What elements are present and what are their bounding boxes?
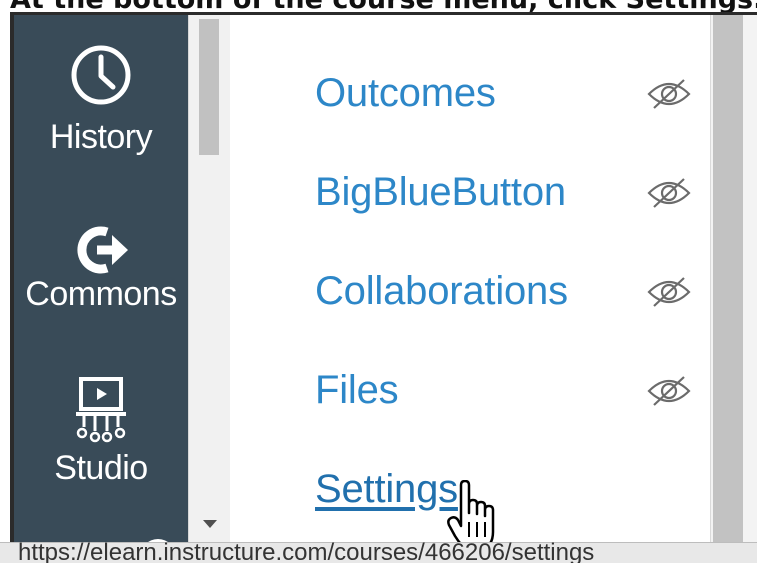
global-nav-commons-label: Commons [25, 275, 177, 313]
course-menu-item-outcomes[interactable]: Outcomes [315, 69, 705, 129]
course-menu-link-files[interactable]: Files [315, 366, 399, 414]
course-menu-item-collaborations[interactable]: Collaborations [315, 267, 705, 327]
course-menu-scrollbar-thumb[interactable] [199, 19, 219, 155]
global-nav-studio[interactable]: Studio [14, 377, 188, 487]
page-scrollbar-thumb[interactable] [713, 15, 743, 542]
course-menu-link-collaborations[interactable]: Collaborations [315, 267, 568, 315]
global-nav-history[interactable]: History [14, 38, 188, 156]
eye-slash-icon [647, 376, 691, 406]
global-navigation: History Commons Studio [14, 15, 188, 563]
page-scrollbar[interactable] [710, 15, 757, 542]
status-bar-url: https://elearn.instructure.com/courses/4… [18, 539, 595, 563]
course-menu-link-bigbluebutton[interactable]: BigBlueButton [315, 168, 566, 216]
course-menu-item-files[interactable]: Files [315, 366, 705, 426]
course-menu-scrollbar[interactable] [188, 15, 231, 542]
eye-slash-icon [647, 79, 691, 109]
commons-arrow-icon [77, 226, 128, 274]
global-nav-commons[interactable]: Commons [14, 225, 188, 313]
global-nav-studio-label: Studio [54, 449, 148, 487]
eye-slash-icon [647, 277, 691, 307]
course-menu-item-settings[interactable]: Settings [315, 465, 705, 525]
screenshot: At the bottom of the course menu, click … [0, 0, 757, 563]
course-menu-link-settings[interactable]: Settings [315, 465, 458, 513]
global-nav-history-label: History [49, 118, 153, 156]
studio-icon [76, 377, 126, 443]
course-menu-link-outcomes[interactable]: Outcomes [315, 69, 496, 117]
course-menu-item-bigbluebutton[interactable]: BigBlueButton [315, 168, 705, 228]
browser-status-bar: https://elearn.instructure.com/courses/4… [0, 539, 757, 563]
course-menu: Outcomes BigBlueButton Collaborations Fi… [230, 15, 710, 542]
scroll-down-arrow-icon[interactable] [203, 520, 217, 528]
clock-icon [71, 45, 131, 105]
eye-slash-icon [647, 178, 691, 208]
